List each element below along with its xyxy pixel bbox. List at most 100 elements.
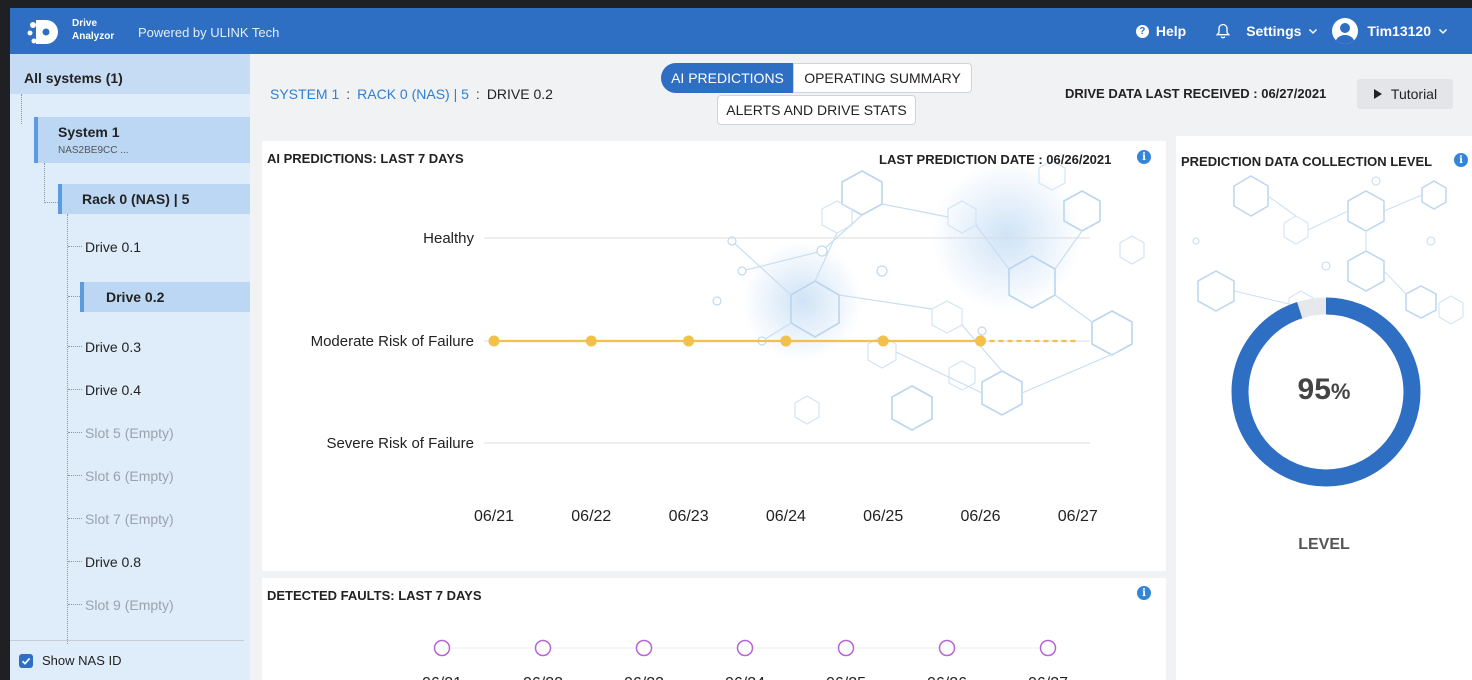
x-tick-label: 06/24: [766, 508, 806, 525]
tree-connector: [67, 214, 68, 644]
y-level-label: Healthy: [423, 230, 474, 247]
tree-connector: [44, 163, 45, 203]
level-label: LEVEL: [1298, 536, 1350, 553]
drive-analyzer-logo[interactable]: [26, 16, 66, 48]
tree-connector: [68, 246, 82, 247]
username-label: Tim13120: [1367, 23, 1431, 39]
tree-connector: [68, 518, 82, 519]
fault-marker: [433, 639, 451, 657]
tab-ai-predictions[interactable]: AI PREDICTIONS: [661, 63, 794, 93]
rack-label: Rack 0 (NAS) | 5: [82, 191, 190, 207]
tab-alerts-drive-stats[interactable]: ALERTS AND DRIVE STATS: [717, 95, 916, 125]
tab-label: AI PREDICTIONS: [671, 70, 784, 86]
chevron-down-icon: [1309, 28, 1318, 35]
sidebar-item-drive-0-4[interactable]: Drive 0.4: [85, 382, 141, 398]
percent-value: 95: [1297, 373, 1331, 406]
show-nas-id-label: Show NAS ID: [42, 653, 122, 668]
logo-line-2: Analyzor: [72, 31, 115, 42]
fault-marker: [837, 639, 855, 657]
show-nas-id-row: Show NAS ID: [10, 640, 244, 680]
sidebar-item-drive-0-3[interactable]: Drive 0.3: [85, 339, 141, 355]
collection-level-card: PREDICTION DATA COLLECTION LEVEL i 95% L…: [1176, 136, 1472, 680]
sidebar-item-slot-9[interactable]: Slot 9 (Empty): [85, 597, 174, 613]
sidebar-item-drive-0-8[interactable]: Drive 0.8: [85, 554, 141, 570]
x-tick-label: 06/21: [474, 508, 514, 525]
settings-menu[interactable]: Settings: [1246, 23, 1318, 39]
all-systems-item[interactable]: All systems (1): [10, 54, 250, 94]
slot-label: Slot 5 (Empty): [85, 425, 174, 441]
x-tick-label: 06/23: [669, 508, 709, 525]
user-menu[interactable]: Tim13120: [1367, 23, 1448, 39]
percent-sign: %: [1330, 379, 1351, 404]
system-name: System 1: [58, 124, 120, 140]
tree-connector: [68, 389, 82, 390]
chevron-down-icon: [1438, 28, 1448, 35]
fault-date-label: 06/26: [927, 675, 967, 680]
top-header: Drive Analyzor Powered by ULINK Tech ? H…: [10, 8, 1472, 54]
sidebar-item-drive-0-2[interactable]: Drive 0.2: [80, 282, 250, 312]
prediction-point: [683, 335, 695, 347]
breadcrumb: SYSTEM 1: RACK 0 (NAS) | 5: DRIVE 0.2: [270, 86, 553, 102]
fault-date-label: 06/27: [1028, 675, 1068, 680]
play-icon: [1373, 89, 1382, 99]
logo-line-1: Drive: [72, 18, 98, 29]
sidebar-item-slot-5[interactable]: Slot 5 (Empty): [85, 425, 174, 441]
prediction-point: [585, 335, 597, 347]
tab-operating-summary[interactable]: OPERATING SUMMARY: [793, 63, 972, 93]
fault-date-label: 06/25: [826, 675, 866, 680]
app-window: Drive Analyzor Powered by ULINK Tech ? H…: [10, 8, 1472, 680]
help-button[interactable]: ? Help: [1135, 23, 1186, 39]
tutorial-button[interactable]: Tutorial: [1357, 79, 1453, 109]
fault-marker: [534, 639, 552, 657]
tree-connector: [68, 432, 82, 433]
prediction-point: [975, 335, 986, 347]
tree-connector: [21, 94, 22, 124]
system-tree-sidebar: All systems (1) System 1 NAS2BE9CC ... R…: [10, 54, 250, 680]
system-1-node[interactable]: System 1 NAS2BE9CC ...: [34, 117, 250, 163]
fault-date-label: 06/23: [624, 675, 664, 680]
fault-marker: [1039, 639, 1057, 657]
logo-text: Drive Analyzor: [72, 17, 114, 43]
tab-label: ALERTS AND DRIVE STATS: [726, 102, 907, 118]
header-actions: ? Help Settings Tim13120: [1135, 8, 1448, 54]
fault-date-label: 06/24: [725, 675, 765, 680]
drive-label: Drive 0.2: [106, 289, 165, 305]
tree-connector: [44, 202, 58, 203]
help-icon: ?: [1135, 24, 1149, 38]
drive-label: Drive 0.1: [85, 239, 142, 255]
collection-level-ring: [1231, 297, 1421, 487]
rack-node[interactable]: Rack 0 (NAS) | 5: [58, 184, 250, 214]
tree-connector: [68, 561, 82, 562]
fault-marker: [736, 639, 754, 657]
y-level-label: Moderate Risk of Failure: [311, 333, 474, 350]
breadcrumb-separator: :: [346, 86, 351, 102]
drive-label: Drive 0.4: [85, 382, 142, 398]
tree-connector: [68, 475, 82, 476]
tab-label: OPERATING SUMMARY: [804, 70, 961, 86]
all-systems-label: All systems (1): [24, 70, 123, 86]
bell-icon[interactable]: [1216, 23, 1231, 39]
fault-marker: [635, 639, 653, 657]
checkmark-icon: [21, 657, 31, 665]
x-tick-label: 06/22: [571, 508, 611, 525]
show-nas-id-checkbox[interactable]: [19, 653, 33, 668]
breadcrumb-system-link[interactable]: SYSTEM 1: [270, 86, 339, 102]
breadcrumb-separator: :: [475, 86, 480, 102]
fault-marker: [938, 639, 956, 657]
sidebar-item-drive-0-1[interactable]: Drive 0.1: [85, 239, 141, 255]
breadcrumb-rack-link[interactable]: RACK 0 (NAS) | 5: [357, 86, 469, 102]
system-nas-id: NAS2BE9CC ...: [58, 145, 129, 156]
x-tick-label: 06/25: [863, 508, 903, 525]
sidebar-item-slot-6[interactable]: Slot 6 (Empty): [85, 468, 174, 484]
drive-label: Drive 0.8: [85, 554, 142, 570]
tree-connector: [68, 346, 82, 347]
sidebar-item-slot-7[interactable]: Slot 7 (Empty): [85, 511, 174, 527]
faults-timeline: 06/21 06/22 06/23 06/24 06/25 06/26 06/27: [422, 639, 1068, 680]
collection-level-percent: 95%: [1176, 373, 1472, 407]
prediction-point: [488, 335, 500, 347]
drive-data-last-received: DRIVE DATA LAST RECEIVED : 06/27/2021: [1065, 86, 1327, 101]
user-avatar[interactable]: [1332, 18, 1359, 44]
drive-label: Drive 0.3: [85, 339, 142, 355]
slot-label: Slot 9 (Empty): [85, 597, 174, 613]
breadcrumb-drive: DRIVE 0.2: [486, 86, 553, 102]
